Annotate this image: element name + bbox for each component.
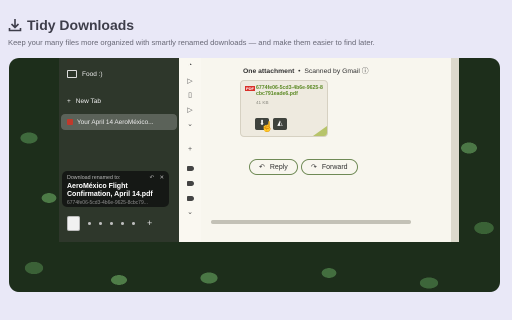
attachment-card[interactable]: PDF 6774fe06-5cd3-4b6e-9625-8cbc791eade6… <box>240 80 328 137</box>
screenshot-frame: Food :) + New Tab Your April 14 AeroMéxi… <box>9 58 500 292</box>
attachment-size: 41 KB <box>256 100 269 105</box>
new-tab-button[interactable]: + New Tab <box>67 98 101 105</box>
hand-cursor-icon: ☝ <box>261 122 274 133</box>
tab-favicon-icon <box>67 119 73 125</box>
page-subtitle: Keep your many files more organized with… <box>8 38 375 47</box>
reply-button[interactable]: ↶ Reply <box>249 159 298 175</box>
pdf-icon: PDF <box>245 86 255 91</box>
sidebar-folder-label: Food :) <box>82 70 103 78</box>
reply-icon: ↶ <box>259 164 265 171</box>
add-space-icon[interactable]: + <box>147 218 152 228</box>
attachment-heading: One attachment • Scanned by Gmail ⓘ <box>243 68 369 75</box>
card-corner <box>313 126 327 136</box>
plus-icon: + <box>67 98 71 105</box>
undo-icon[interactable]: ↶ <box>150 175 154 181</box>
send-icon[interactable]: ▷ <box>179 77 201 85</box>
download-icon <box>8 19 22 32</box>
download-thumbnail[interactable] <box>67 215 80 231</box>
horizontal-scrollbar[interactable] <box>211 220 411 224</box>
forward-button[interactable]: ↷ Forward <box>301 159 358 175</box>
label-icon[interactable] <box>179 166 201 171</box>
snooze-icon[interactable]: ◔ <box>179 62 201 69</box>
close-icon[interactable]: ✕ <box>160 175 164 181</box>
gmail-icon-rail: ◔ ▷ ▯ ▷ ⌄ + ⌄ <box>179 58 201 242</box>
toast-original-name: 6774fe06-5cd3-4b6e-9625-8cbc79... <box>67 200 148 206</box>
space-dot[interactable] <box>121 221 124 225</box>
label-icon[interactable] <box>179 196 201 201</box>
folder-icon <box>67 70 77 78</box>
chevron-down-icon[interactable]: ⌄ <box>179 120 201 128</box>
save-to-drive-button[interactable]: ◭ <box>273 118 287 130</box>
toast-title: AeroMéxico Flight Confirmation, April 14… <box>67 183 153 198</box>
tab-label: Your April 14 AeroMéxico... <box>77 118 154 126</box>
space-dot[interactable] <box>132 221 135 225</box>
sidebar-dock: + <box>67 215 179 231</box>
label-icon[interactable] <box>179 181 201 186</box>
download-toast: Download renamed to: ↶ ✕ AeroMéxico Flig… <box>62 171 169 207</box>
sidebar-folder-item[interactable]: Food :) <box>67 70 103 78</box>
plus-icon[interactable]: + <box>179 146 201 153</box>
forward-icon: ↷ <box>311 164 317 171</box>
chevron-down-icon[interactable]: ⌄ <box>179 208 201 216</box>
space-dot[interactable] <box>110 221 113 225</box>
space-dot[interactable] <box>99 221 102 225</box>
label-icon[interactable]: ▷ <box>179 106 201 114</box>
attachment-filename: 6774fe06-5cd3-4b6e-9625-8cbc791eade6.pdf <box>256 85 323 98</box>
browser-sidebar: Food :) + New Tab Your April 14 AeroMéxi… <box>59 58 179 242</box>
space-dot[interactable] <box>88 221 91 225</box>
toast-caption: Download renamed to: <box>67 175 121 181</box>
page-title: Tidy Downloads <box>27 17 135 33</box>
new-tab-label: New Tab <box>75 98 101 105</box>
info-icon[interactable]: ⓘ <box>362 68 369 75</box>
sidebar-tab-active[interactable]: Your April 14 AeroMéxico... <box>61 114 177 130</box>
document-icon[interactable]: ▯ <box>179 91 201 99</box>
gmail-message: One attachment • Scanned by Gmail ⓘ PDF … <box>201 58 459 242</box>
